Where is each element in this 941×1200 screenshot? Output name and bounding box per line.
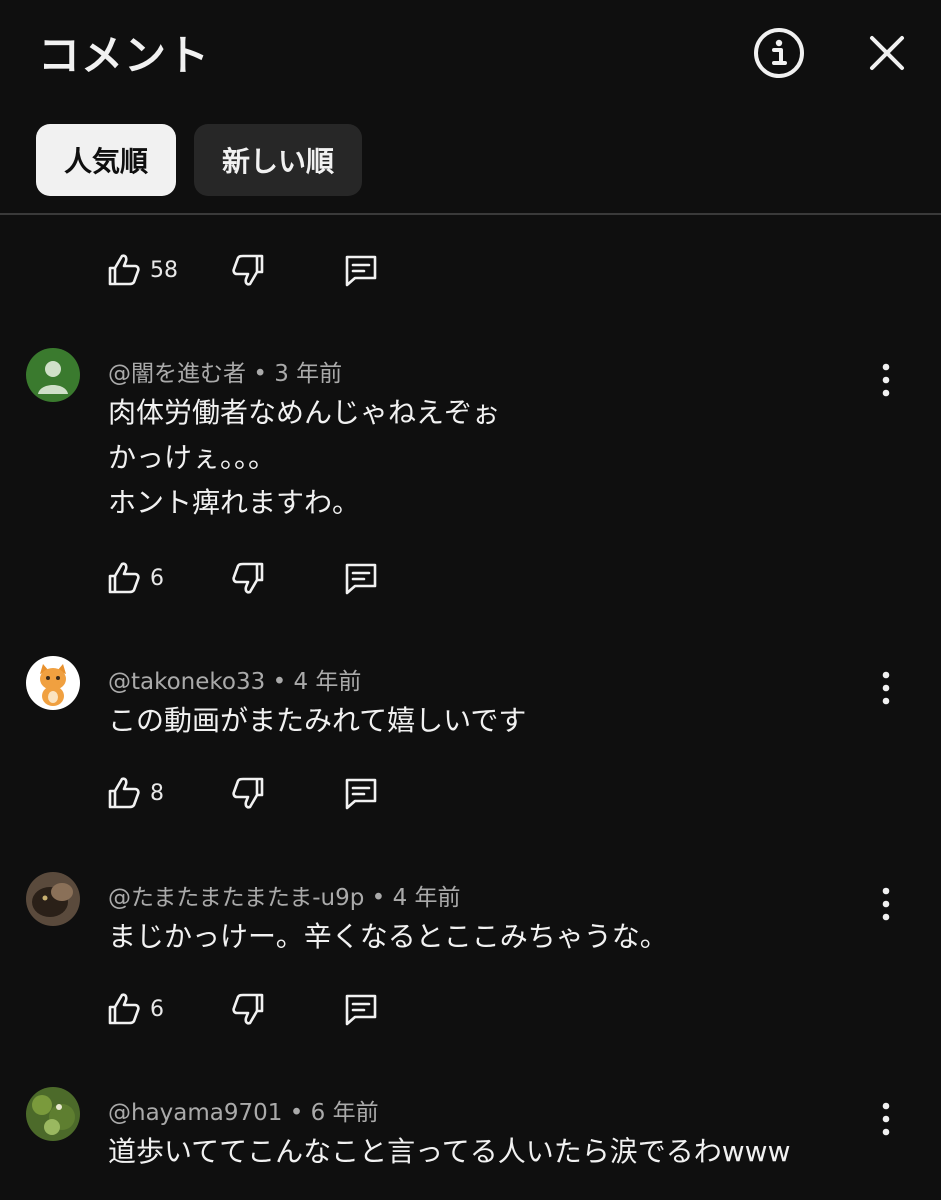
sort-tabs: 人気順 新しい順	[36, 124, 363, 196]
more-vert-icon	[882, 1102, 890, 1136]
tab-newest[interactable]: 新しい順	[194, 124, 363, 196]
avatar[interactable]	[26, 1087, 80, 1141]
like-button[interactable]: 6	[104, 556, 164, 600]
dislike-button[interactable]	[230, 556, 268, 600]
thumb-down-icon	[232, 254, 264, 286]
comment-line: まじかっけー。辛くなるとここみちゃうな。	[108, 920, 668, 953]
default-avatar-icon	[26, 348, 80, 402]
more-vert-icon	[882, 363, 890, 397]
comment-author[interactable]: @hayama9701	[108, 1100, 282, 1126]
comment-actions: 6	[104, 987, 404, 1031]
avatar[interactable]	[26, 656, 80, 710]
meta-separator: •	[371, 885, 393, 911]
photo-avatar-icon	[26, 1087, 80, 1141]
thumb-down-icon	[232, 993, 264, 1025]
comment-time: 4 年前	[392, 885, 461, 911]
like-count: 6	[150, 565, 164, 591]
thumb-up-icon	[108, 777, 140, 809]
more-vert-icon	[882, 671, 890, 705]
close-button[interactable]	[862, 28, 912, 78]
info-icon	[754, 28, 804, 78]
meta-separator: •	[272, 669, 294, 695]
comment-meta: @たまたまたまたま-u9p • 4 年前	[108, 878, 461, 912]
more-options-button[interactable]	[874, 668, 898, 708]
close-icon	[870, 36, 904, 70]
comment-line: 肉体労働者なめんじゃねえぞぉ	[108, 396, 501, 429]
thumb-up-icon	[108, 254, 140, 286]
cat-avatar-icon	[26, 656, 80, 710]
reply-icon	[345, 778, 377, 810]
thumb-down-icon	[232, 562, 264, 594]
reply-button[interactable]	[342, 556, 380, 600]
comment-text: まじかっけー。辛くなるとここみちゃうな。	[108, 914, 668, 959]
tab-top[interactable]: 人気順	[36, 124, 177, 196]
photo-avatar-icon	[26, 872, 80, 926]
comment-time: 4 年前	[293, 669, 362, 695]
reply-button[interactable]	[342, 987, 380, 1031]
more-options-button[interactable]	[874, 360, 898, 400]
comment-line: 道歩いててこんなこと言ってる人いたら涙でるわwww	[108, 1135, 791, 1168]
thumb-down-icon	[232, 777, 264, 809]
thumb-up-icon	[108, 562, 140, 594]
comment-meta: @闇を進む者 • 3 年前	[108, 354, 342, 388]
like-button[interactable]: 6	[104, 987, 164, 1031]
dislike-button[interactable]	[230, 987, 268, 1031]
reply-button[interactable]	[342, 248, 380, 292]
page-title: コメント	[38, 31, 211, 80]
like-count: 8	[150, 780, 164, 806]
comment-author[interactable]: @闇を進む者	[108, 361, 246, 387]
dislike-button[interactable]	[230, 771, 268, 815]
comment-line: この動画がまたみれて嬉しいです	[108, 704, 527, 737]
comment-meta: @hayama9701 • 6 年前	[108, 1093, 379, 1127]
more-options-button[interactable]	[874, 884, 898, 924]
avatar[interactable]	[26, 872, 80, 926]
comment-time: 6 年前	[310, 1100, 379, 1126]
dislike-button[interactable]	[230, 248, 268, 292]
comment-time: 3 年前	[274, 361, 343, 387]
header-divider	[0, 213, 941, 215]
reply-icon	[345, 563, 377, 595]
thumb-up-icon	[108, 993, 140, 1025]
comments-header: コメント	[0, 0, 941, 110]
like-button[interactable]: 58	[104, 248, 178, 292]
comment-line: かっけぇ。。。	[108, 441, 277, 474]
comment-author[interactable]: @takoneko33	[108, 669, 265, 695]
comment-meta: @takoneko33 • 4 年前	[108, 662, 361, 696]
reply-icon	[345, 255, 377, 287]
avatar[interactable]	[26, 348, 80, 402]
info-button[interactable]	[752, 26, 806, 80]
comment-actions: 6	[104, 556, 404, 600]
like-count: 6	[150, 996, 164, 1022]
more-vert-icon	[882, 887, 890, 921]
comment-text: この動画がまたみれて嬉しいです	[108, 698, 526, 743]
comment-text: 道歩いててこんなこと言ってる人いたら涙でるわwww	[108, 1129, 790, 1174]
comment-author[interactable]: @たまたまたまたま-u9p	[108, 885, 364, 911]
meta-separator: •	[289, 1100, 311, 1126]
more-options-button[interactable]	[874, 1099, 898, 1139]
comment-line: ホント痺れますわ。	[108, 486, 361, 519]
comment-text: 肉体労働者なめんじゃねえぞぉ かっけぇ。。。 ホント痺れますわ。	[108, 390, 500, 525]
reply-button[interactable]	[342, 771, 380, 815]
like-button[interactable]: 8	[104, 771, 164, 815]
comment-actions: 58	[104, 248, 404, 292]
meta-separator: •	[253, 361, 275, 387]
like-count: 58	[150, 257, 178, 283]
comment-actions: 8	[104, 771, 404, 815]
reply-icon	[345, 994, 377, 1026]
